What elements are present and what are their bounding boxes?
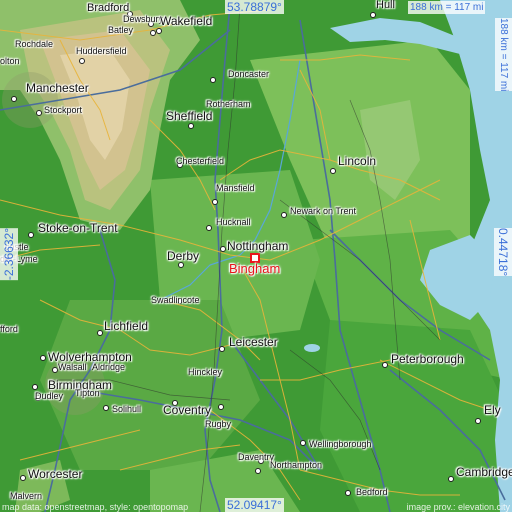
place-label-rotherham: Rotherham bbox=[206, 99, 251, 109]
town-marker bbox=[103, 405, 109, 411]
place-label-bedford: Bedford bbox=[356, 487, 388, 497]
place-label-swadlincote: Swadlincote bbox=[151, 295, 200, 305]
town-marker bbox=[218, 404, 224, 410]
place-label-dewsbury: Dewsbury bbox=[123, 14, 164, 24]
place-label-solihull: Solihull bbox=[112, 404, 142, 414]
town-marker bbox=[300, 440, 306, 446]
place-label-ely: Ely bbox=[484, 403, 501, 417]
town-marker bbox=[11, 96, 17, 102]
town-marker bbox=[28, 232, 34, 238]
town-marker bbox=[79, 58, 85, 64]
map-viewport[interactable]: Bradford Dewsbury Batley Wakefield Hull … bbox=[0, 0, 512, 512]
place-label-rugby: Rugby bbox=[205, 419, 232, 429]
place-label-manchester: Manchester bbox=[26, 81, 89, 95]
place-label-derby: Derby bbox=[167, 249, 200, 263]
town-marker bbox=[370, 12, 376, 18]
place-label-wakefield: Wakefield bbox=[160, 14, 213, 28]
town-marker bbox=[382, 362, 388, 368]
place-label-malvern: Malvern bbox=[10, 491, 43, 501]
place-label-daventry: Daventry bbox=[238, 452, 275, 462]
town-marker bbox=[281, 212, 287, 218]
place-label-lichfield: Lichfield bbox=[104, 319, 149, 333]
place-label-wellingborough: Wellingborough bbox=[309, 439, 372, 449]
place-label-hinckley: Hinckley bbox=[188, 367, 223, 377]
place-label-peterborough: Peterborough bbox=[391, 352, 464, 366]
top-latitude-label: 53.78879° bbox=[225, 0, 284, 14]
bottom-latitude-label: 52.09417° bbox=[225, 498, 284, 512]
place-label-dudley: Dudley bbox=[35, 391, 64, 401]
town-marker bbox=[212, 199, 218, 205]
place-label-doncaster: Doncaster bbox=[228, 69, 270, 79]
town-marker bbox=[220, 246, 226, 252]
place-label-stoke: Stoke-on-Trent bbox=[38, 221, 118, 235]
town-marker bbox=[20, 475, 26, 481]
town-marker bbox=[219, 346, 225, 352]
town-marker bbox=[475, 418, 481, 424]
place-label-sheffield: Sheffield bbox=[166, 109, 213, 123]
town-marker bbox=[206, 225, 212, 231]
place-label-batley: Batley bbox=[108, 25, 134, 35]
attribution-left: map data: openstreetmap, style: opentopo… bbox=[2, 502, 189, 512]
place-label-stafford: fford bbox=[0, 324, 18, 334]
place-label-coventry: Coventry bbox=[163, 403, 212, 417]
place-label-walsall: Walsall bbox=[58, 362, 87, 372]
town-marker bbox=[156, 28, 162, 34]
place-label-worcester: Worcester bbox=[28, 467, 83, 481]
town-marker bbox=[36, 110, 42, 116]
place-label-hucknall: Hucknall bbox=[216, 217, 251, 227]
town-marker bbox=[97, 330, 103, 336]
town-marker bbox=[330, 168, 336, 174]
place-label-nottingham: Nottingham bbox=[227, 239, 289, 253]
horizontal-scale-label: 188 km = 117 mi bbox=[408, 1, 486, 14]
place-label-bolton: olton bbox=[0, 56, 20, 66]
place-label-mansfield: Mansfield bbox=[216, 183, 255, 193]
place-label-lincoln: Lincoln bbox=[338, 154, 377, 168]
place-label-aldridge: Aldridge bbox=[92, 362, 126, 372]
vertical-scale-label: 188 km = 117 mi bbox=[495, 18, 512, 92]
place-label-tipton: Tipton bbox=[75, 388, 100, 398]
place-label-northampton: Northampton bbox=[270, 460, 323, 470]
town-marker bbox=[40, 355, 46, 361]
place-label-leicester: Leicester bbox=[229, 335, 278, 349]
town-marker bbox=[210, 77, 216, 83]
place-label-newark: Newark on Trent bbox=[290, 206, 357, 216]
town-marker bbox=[32, 384, 38, 390]
place-label-bradford: Bradford bbox=[87, 2, 130, 14]
town-marker bbox=[345, 490, 351, 496]
place-label-stockport: Stockport bbox=[44, 105, 83, 115]
attribution-right: image prov.: elevation.city bbox=[406, 502, 510, 512]
target-label-bingham[interactable]: Bingham bbox=[229, 262, 280, 275]
right-longitude-label: 0.44718° bbox=[494, 228, 512, 277]
place-label-hull: Hull bbox=[376, 0, 395, 11]
place-label-chesterfield: Chesterfield bbox=[176, 156, 225, 166]
left-longitude-label: -2.36632° bbox=[0, 228, 18, 281]
town-marker bbox=[255, 468, 261, 474]
place-label-huddersfield: Huddersfield bbox=[76, 46, 127, 56]
town-marker bbox=[188, 123, 194, 129]
place-label-cambridge: Cambridge bbox=[456, 465, 512, 479]
place-label-rochdale: Rochdale bbox=[15, 39, 54, 49]
town-marker bbox=[448, 476, 454, 482]
